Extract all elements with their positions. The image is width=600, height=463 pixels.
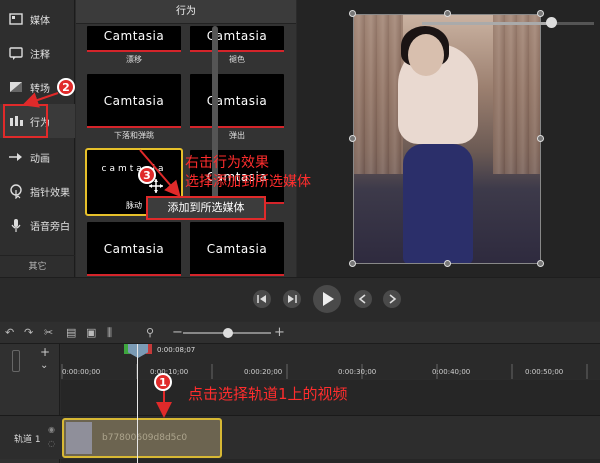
step-badge-3: 3 — [138, 166, 156, 184]
annotation-step3-line1: 右击行为效果 — [185, 155, 269, 171]
arrow-to-behavior — [22, 92, 59, 108]
step-badge-1: 1 — [154, 373, 172, 391]
step-badge-2: 2 — [57, 78, 75, 96]
annotation-step3-line2: 选择添加到所选媒体 — [185, 174, 311, 190]
camtasia-window: 媒体 注释 转场 行为 动画 指针效果 语音旁白 其它 行为 Camtasia … — [0, 0, 600, 463]
annotation-step1: 点击选择轨道1上的视频 — [188, 385, 348, 403]
